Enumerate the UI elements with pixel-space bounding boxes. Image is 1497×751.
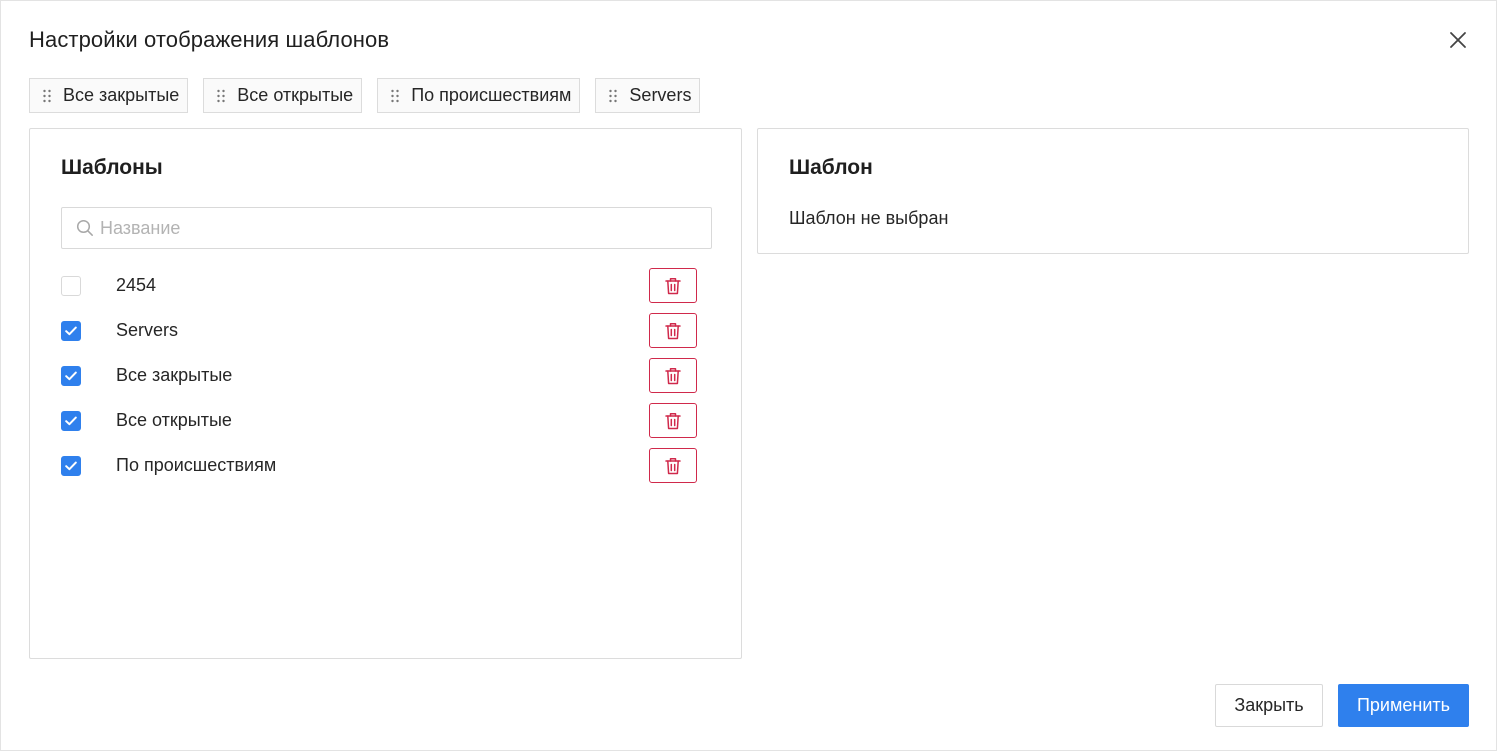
templates-list: 2454 Servers Все закрытые Все открытые П… (61, 263, 711, 488)
template-order-chips: Все закрытые Все открытые По происшестви… (29, 78, 701, 113)
template-checkbox[interactable] (61, 455, 81, 476)
chip-by-incidents[interactable]: По происшествиям (377, 78, 581, 113)
search-input[interactable] (100, 217, 700, 239)
templates-panel-title: Шаблоны (61, 156, 163, 179)
dialog-title: Настройки отображения шаблонов (29, 27, 390, 52)
close-icon (1450, 32, 1466, 48)
check-icon (65, 461, 77, 470)
delete-template-button[interactable] (649, 358, 697, 393)
trash-icon (665, 457, 681, 474)
template-checkbox[interactable] (61, 410, 81, 431)
search-field[interactable] (61, 207, 712, 249)
chip-label: Все закрытые (63, 85, 180, 105)
check-icon (65, 371, 77, 380)
delete-template-button[interactable] (649, 403, 697, 438)
no-template-selected-text: Шаблон не выбран (789, 208, 949, 228)
drag-handle-icon[interactable] (606, 89, 620, 103)
template-panel-title: Шаблон (789, 156, 873, 179)
drag-handle-icon[interactable] (40, 89, 54, 103)
list-item: Все открытые (61, 398, 711, 443)
template-label: Все закрытые (116, 365, 233, 385)
chip-label: По происшествиям (411, 85, 572, 105)
template-settings-dialog: Настройки отображения шаблонов Все закры… (0, 0, 1497, 751)
close-dialog-button[interactable]: Закрыть (1215, 684, 1323, 727)
drag-handle-icon[interactable] (388, 89, 402, 103)
list-item: По происшествиям (61, 443, 711, 488)
trash-icon (665, 322, 681, 339)
delete-template-button[interactable] (649, 448, 697, 483)
search-icon (76, 219, 93, 236)
list-item: Servers (61, 308, 711, 353)
delete-template-button[interactable] (649, 313, 697, 348)
delete-template-button[interactable] (649, 268, 697, 303)
template-label: По происшествиям (116, 455, 277, 475)
chip-label: Servers (629, 85, 692, 105)
drag-handle-icon[interactable] (214, 89, 228, 103)
chip-all-open[interactable]: Все открытые (203, 78, 363, 113)
template-details-panel: Шаблон Шаблон не выбран (757, 128, 1469, 254)
close-button[interactable] (1445, 27, 1471, 53)
apply-button[interactable]: Применить (1338, 684, 1469, 727)
chip-all-closed[interactable]: Все закрытые (29, 78, 189, 113)
trash-icon (665, 277, 681, 294)
chip-servers[interactable]: Servers (595, 78, 701, 113)
trash-icon (665, 412, 681, 429)
template-label: 2454 (116, 275, 157, 295)
trash-icon (665, 367, 681, 384)
template-checkbox[interactable] (61, 365, 81, 386)
template-checkbox[interactable] (61, 275, 81, 296)
check-icon (65, 326, 77, 335)
template-label: Servers (116, 320, 179, 340)
templates-panel: Шаблоны 2454 Servers (29, 128, 742, 659)
template-label: Все открытые (116, 410, 232, 430)
template-checkbox[interactable] (61, 320, 81, 341)
chip-label: Все открытые (237, 85, 354, 105)
check-icon (65, 416, 77, 425)
list-item: 2454 (61, 263, 711, 308)
list-item: Все закрытые (61, 353, 711, 398)
